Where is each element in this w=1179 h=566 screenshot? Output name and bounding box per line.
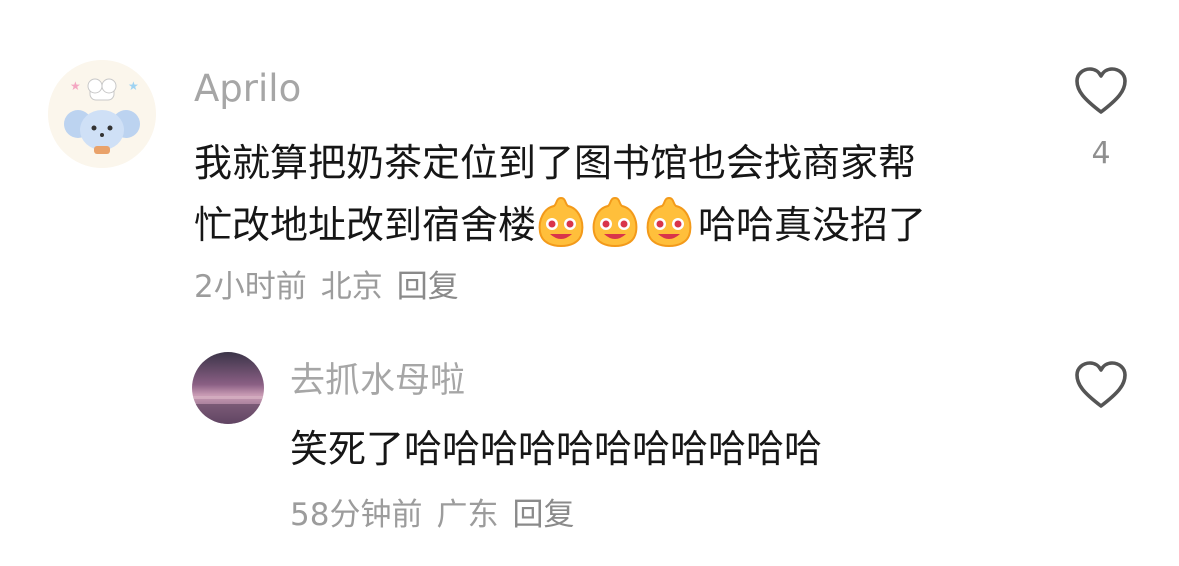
reply-button[interactable]: 回复 [397,269,459,305]
heart-outline-icon [1075,361,1127,408]
laughing-bun-emoji [536,196,698,248]
comment-text-line: 忙改地址改到宿舍楼 哈哈真没招了 [194,194,926,256]
comment-text: 我就算把奶茶定位到了图书馆也会找商家帮 忙改地址改到宿舍楼 哈哈真没招了 [194,132,926,256]
comment-meta: 58分钟前 广东 回复 [290,500,588,531]
comment-text-segment: 哈哈真没招了 [698,203,927,247]
username[interactable]: 去抓水母啦 [290,364,465,399]
comment-location: 广东 [436,497,499,533]
comment-text: 笑死了哈哈哈哈哈哈哈哈哈哈哈 [290,427,823,471]
svg-text:★: ★ [70,79,81,93]
heart-outline-icon [1075,67,1127,114]
comment-time: 58分钟前 [290,497,423,533]
like-count: 4 [1091,136,1111,171]
like-button[interactable] [1074,66,1128,116]
avatar[interactable] [192,352,264,424]
comment-time: 2小时前 [194,269,307,305]
comment-location: 北京 [320,269,383,305]
username[interactable]: Aprilo [194,70,301,107]
avatar[interactable]: ★ ★ [48,60,156,168]
comment-text-segment: 忙改地址改到宿舍楼 [194,203,537,247]
reply-button[interactable]: 回复 [512,497,574,533]
comment-text-line: 我就算把奶茶定位到了图书馆也会找商家帮 [194,141,917,185]
like-button[interactable] [1074,360,1128,410]
comment-meta: 2小时前 北京 回复 [194,272,473,303]
svg-text:★: ★ [128,79,139,93]
